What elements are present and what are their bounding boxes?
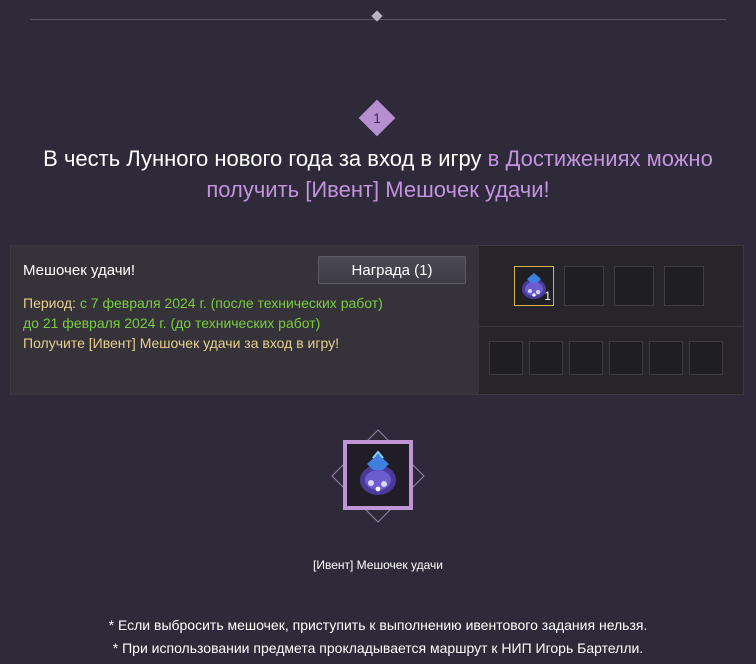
reward-slot-5[interactable] xyxy=(489,341,523,375)
luck-pouch-icon xyxy=(360,450,396,495)
reward-slot-1[interactable]: 1 xyxy=(514,266,554,306)
period-start: с 7 февраля 2024 г. (после технических р… xyxy=(79,295,383,311)
reward-slot-10[interactable] xyxy=(689,341,723,375)
note-2: * При использовании предмета прокладывае… xyxy=(112,640,644,656)
period-label: Период: xyxy=(23,295,76,311)
item-preview xyxy=(330,428,426,524)
event-description: Период: с 7 февраля 2024 г. (после техни… xyxy=(23,293,383,353)
reward-slot-3[interactable] xyxy=(614,266,654,306)
reward-slot-2[interactable] xyxy=(564,266,604,306)
headline-white-text: В честь Лунного нового года за вход в иг… xyxy=(43,146,482,171)
headline-purple-text-2: получить [Ивент] Мешочек удачи! xyxy=(206,177,550,202)
event-card: Мешочек удачи! Награда (1) Период: с 7 ф… xyxy=(10,245,744,395)
event-headline: В честь Лунного нового года за вход в иг… xyxy=(0,143,756,205)
slots-divider xyxy=(479,326,743,327)
reward-slot-7[interactable] xyxy=(569,341,603,375)
reward-slot-1-count: 1 xyxy=(544,289,551,303)
reward-slot-9[interactable] xyxy=(649,341,683,375)
headline-purple-text-1: в Достижениях можно xyxy=(487,146,713,171)
step-number: 1 xyxy=(373,110,381,126)
item-preview-frame[interactable] xyxy=(343,440,413,510)
reward-slot-8[interactable] xyxy=(609,341,643,375)
reward-slots-panel: 1 xyxy=(479,246,743,394)
period-line-1: Период: с 7 февраля 2024 г. (после техни… xyxy=(23,293,383,313)
reward-slot-4[interactable] xyxy=(664,266,704,306)
item-name: [Ивент] Мешочек удачи xyxy=(313,558,443,572)
reward-button[interactable]: Награда (1) xyxy=(318,256,466,284)
event-title: Мешочек удачи! xyxy=(23,262,136,279)
event-instruction: Получите [Ивент] Мешочек удачи за вход в… xyxy=(23,335,339,351)
note-1: * Если выбросить мешочек, приступить к в… xyxy=(108,617,648,633)
reward-slot-6[interactable] xyxy=(529,341,563,375)
event-info-panel: Мешочек удачи! Награда (1) Период: с 7 ф… xyxy=(11,246,479,394)
period-end: до 21 февраля 2024 г. (до технических ра… xyxy=(23,315,321,331)
